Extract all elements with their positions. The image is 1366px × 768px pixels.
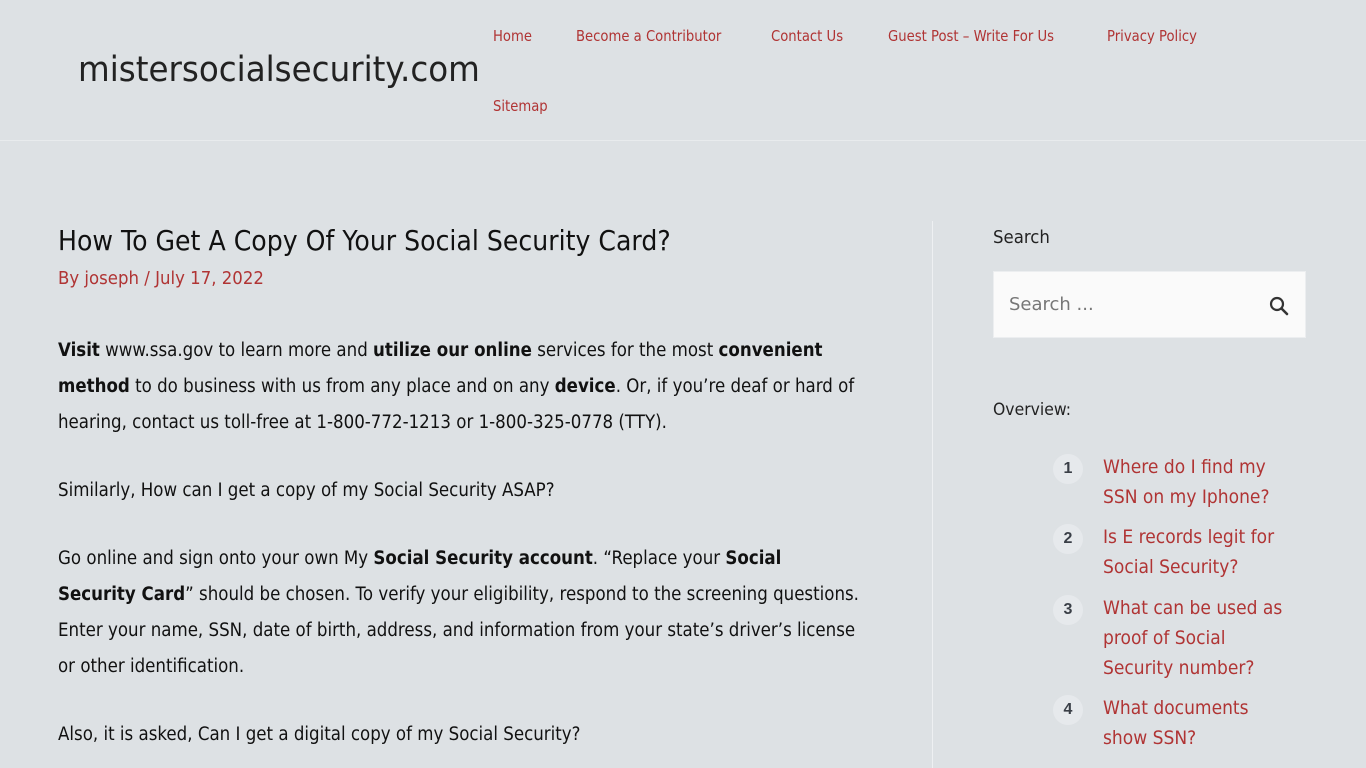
nav-become-contributor[interactable]: Become a Contributor xyxy=(576,27,721,45)
toc-link[interactable]: Is E records legit for Social Security? xyxy=(1103,522,1297,582)
paragraph-2: Similarly, How can I get a copy of my So… xyxy=(58,480,555,501)
toc-number-badge: 2 xyxy=(1053,524,1083,554)
body-text: to do business with us from any place an… xyxy=(129,376,555,397)
search-icon[interactable] xyxy=(1268,295,1290,317)
site-header: mistersocialsecurity.com Home Become a C… xyxy=(0,0,1366,141)
search-input[interactable] xyxy=(994,272,1244,337)
body-text: services for the most xyxy=(531,340,719,361)
body-text: Go online and sign onto your own My xyxy=(58,548,374,569)
post-date: July 17, 2022 xyxy=(155,268,264,289)
nav-sitemap[interactable]: Sitemap xyxy=(493,97,548,115)
body-text: . “Replace your xyxy=(592,548,726,569)
search-form xyxy=(993,271,1306,338)
toc-number-badge: 3 xyxy=(1053,595,1083,625)
author-link[interactable]: joseph xyxy=(84,268,139,289)
emphasis-text: device xyxy=(554,376,616,397)
paragraph-1: Visit www.ssa.gov to learn more and util… xyxy=(58,333,859,441)
nav-home[interactable]: Home xyxy=(493,27,532,45)
paragraph-3: Go online and sign onto your own My Soci… xyxy=(58,541,859,685)
paragraph-4: Also, it is asked, Can I get a digital c… xyxy=(58,724,581,745)
sidebar-divider xyxy=(932,221,933,768)
toc-link[interactable]: Where do I find my SSN on my Iphone? xyxy=(1103,452,1297,512)
overview-title: Overview: xyxy=(993,400,1072,420)
search-widget-title: Search xyxy=(993,227,1050,248)
site-title-link[interactable]: mistersocialsecurity.com xyxy=(78,50,480,90)
toc-link[interactable]: What documents show SSN? xyxy=(1103,693,1297,753)
toc-number-badge: 4 xyxy=(1053,695,1083,725)
post-meta: By joseph / July 17, 2022 xyxy=(58,268,264,289)
meta-separator: / xyxy=(139,268,156,289)
post-title: How To Get A Copy Of Your Social Securit… xyxy=(58,224,671,257)
nav-privacy-policy[interactable]: Privacy Policy xyxy=(1107,27,1197,45)
body-text: www.ssa.gov to learn more and xyxy=(99,340,374,361)
emphasis-text: Social Security account xyxy=(373,548,593,569)
meta-by: By xyxy=(58,268,85,289)
nav-guest-post[interactable]: Guest Post – Write For Us xyxy=(888,27,1054,45)
toc-link[interactable]: What can be used as proof of Social Secu… xyxy=(1103,593,1297,683)
emphasis-text: utilize our online xyxy=(373,340,532,361)
toc-number-badge: 1 xyxy=(1053,454,1083,484)
nav-contact-us[interactable]: Contact Us xyxy=(771,27,843,45)
emphasis-text: Visit xyxy=(58,340,100,361)
